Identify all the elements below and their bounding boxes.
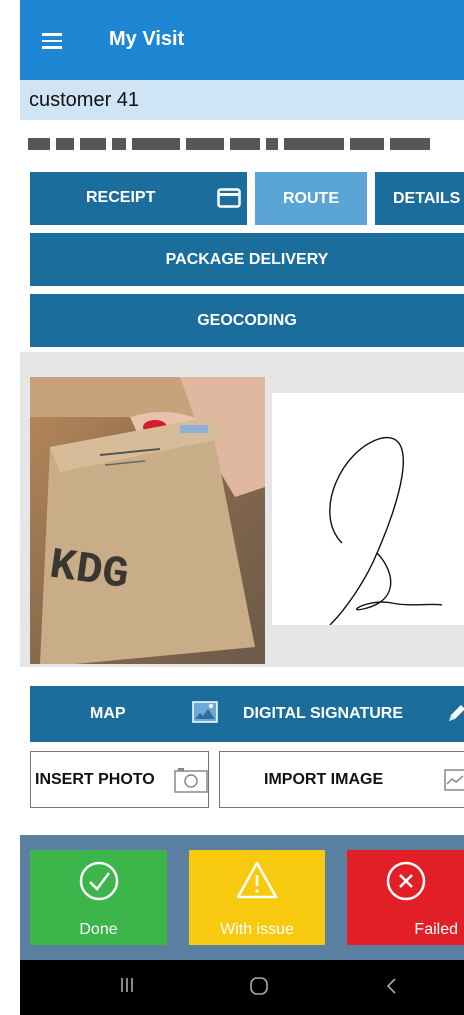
recents-icon[interactable]: [119, 976, 135, 994]
redacted-address: [28, 137, 464, 151]
package-delivery-label: PACKAGE DELIVERY: [165, 250, 329, 268]
app-bar: My Visit: [20, 0, 464, 80]
digital-signature-button[interactable]: DIGITAL SIGNATURE: [219, 686, 464, 742]
details-button[interactable]: DETAILS: [375, 172, 464, 225]
failed-label: Failed: [414, 921, 458, 938]
with-issue-button[interactable]: With issue: [189, 850, 325, 945]
map-label: MAP: [90, 705, 126, 722]
geocoding-label: GEOCODING: [197, 311, 297, 329]
receipt-label: RECEIPT: [86, 189, 156, 206]
image-icon: [444, 769, 464, 791]
import-image-button[interactable]: IMPORT IMAGE: [219, 751, 464, 808]
with-issue-label: With issue: [220, 921, 294, 938]
camera-icon: [174, 768, 208, 793]
card-icon: [217, 188, 241, 208]
receipt-button[interactable]: RECEIPT: [30, 172, 247, 225]
digital-signature-label: DIGITAL SIGNATURE: [243, 705, 403, 722]
menu-icon[interactable]: [42, 33, 62, 49]
pen-icon: [449, 705, 464, 721]
package-delivery-button[interactable]: PACKAGE DELIVERY: [30, 233, 464, 286]
import-image-label: IMPORT IMAGE: [264, 771, 384, 788]
app-screen: My Visit customer 41 RECEIPT ROUTE DETAI…: [20, 0, 464, 1015]
map-button[interactable]: MAP: [30, 686, 231, 742]
route-label: ROUTE: [283, 189, 339, 207]
system-nav-bar: [20, 960, 464, 1015]
route-button[interactable]: ROUTE: [255, 172, 367, 225]
check-icon: [79, 861, 118, 901]
warning-icon: [236, 861, 278, 899]
failed-button[interactable]: Failed: [347, 850, 464, 945]
delivery-photo[interactable]: KDG: [30, 377, 265, 664]
home-icon[interactable]: [249, 976, 269, 996]
page-title: My Visit: [109, 28, 185, 50]
details-label: DETAILS: [393, 189, 461, 207]
customer-name: customer 41: [29, 89, 140, 111]
done-label: Done: [79, 921, 118, 938]
done-button[interactable]: Done: [30, 850, 167, 945]
customer-bar: customer 41: [20, 80, 464, 120]
back-icon[interactable]: [384, 976, 398, 996]
insert-photo-button[interactable]: INSERT PHOTO: [30, 751, 209, 808]
close-icon: [386, 861, 425, 901]
map-icon: [192, 701, 218, 723]
geocoding-button[interactable]: GEOCODING: [30, 294, 464, 347]
signature-preview[interactable]: [272, 393, 464, 626]
insert-photo-label: INSERT PHOTO: [35, 771, 155, 788]
